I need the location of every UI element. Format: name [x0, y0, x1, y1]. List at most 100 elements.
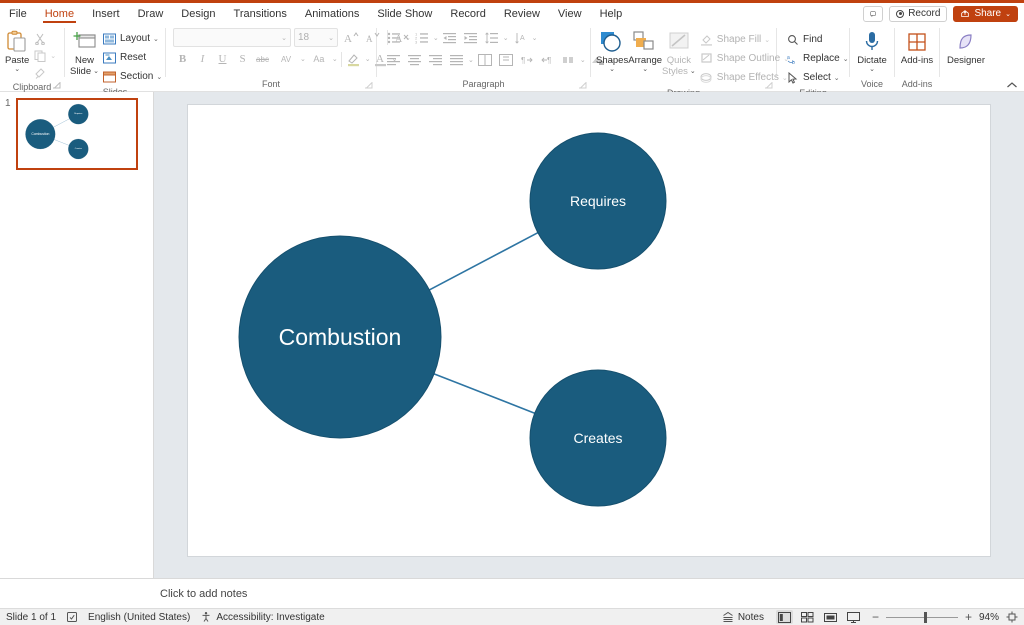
zoom-out-button[interactable]: − [872, 611, 879, 623]
new-slide-button[interactable]: New Slide ⌄ [70, 27, 99, 77]
paragraph-dialog-launcher[interactable] [578, 81, 587, 90]
fit-to-window-button[interactable] [1006, 611, 1018, 623]
slide-thumbnail-pane[interactable]: 1 Combustion Requires Creates [0, 92, 154, 578]
bullets-caret-icon[interactable]: ⌄ [405, 34, 411, 42]
ribbon-tab-record[interactable]: Record [441, 3, 494, 24]
zoom-slider[interactable] [885, 611, 958, 623]
spellcheck-status-button[interactable] [66, 611, 78, 623]
text-direction-caret-icon[interactable]: ⌄ [532, 34, 538, 42]
slide-editing-stage[interactable]: Combustion Requires Creates [154, 92, 1024, 578]
ribbon-tab-animations[interactable]: Animations [296, 3, 368, 24]
ribbon-tab-help[interactable]: Help [591, 3, 632, 24]
justify-button[interactable] [447, 50, 467, 70]
collapse-ribbon-button[interactable] [1006, 81, 1018, 89]
format-painter-button[interactable] [29, 64, 59, 81]
cut-button[interactable] [29, 30, 59, 47]
rtl-button[interactable]: ¶ [538, 50, 558, 70]
dictate-button[interactable]: Dictate ⌄ [855, 27, 889, 73]
comments-button[interactable] [863, 5, 884, 22]
replace-label: Replace [803, 53, 840, 64]
align-center-button[interactable] [405, 50, 425, 70]
section-button[interactable]: Section ⌄ [99, 67, 165, 86]
zoom-level-label[interactable]: 94% [979, 612, 999, 623]
ribbon-tab-view[interactable]: View [549, 3, 591, 24]
accessibility-status-button[interactable]: Accessibility: Investigate [200, 611, 325, 623]
language-status-button[interactable]: English (United States) [88, 612, 190, 623]
connector-combustion-requires[interactable] [53, 118, 70, 128]
find-button[interactable]: Find [782, 30, 852, 49]
zoom-slider-thumb[interactable] [923, 611, 927, 623]
connector-combustion-creates[interactable] [433, 373, 535, 414]
font-size-input[interactable]: 18 ⌄ [294, 28, 338, 47]
text-direction-button[interactable]: A [511, 28, 531, 48]
slide-thumbnail-1[interactable]: Combustion Requires Creates [16, 98, 138, 170]
record-button[interactable]: Record [889, 5, 948, 22]
character-spacing-caret-icon[interactable]: ⌄ [300, 55, 306, 63]
paste-button[interactable]: Paste ⌄ [5, 27, 29, 73]
view-normal-button[interactable] [775, 610, 793, 624]
connector-combustion-requires[interactable] [428, 232, 539, 291]
bullets-button[interactable] [384, 28, 404, 48]
ribbon-tab-slide-show[interactable]: Slide Show [368, 3, 441, 24]
strikethrough-button[interactable]: abc [253, 50, 272, 69]
ltr-button[interactable]: ¶ [517, 50, 537, 70]
text-highlight-color-button[interactable] [345, 50, 364, 69]
increase-indent-button[interactable] [461, 28, 481, 48]
align-right-button[interactable] [426, 50, 446, 70]
view-slide-sorter-button[interactable] [799, 610, 816, 624]
ribbon-tab-review[interactable]: Review [495, 3, 549, 24]
align-text-button[interactable] [496, 50, 516, 70]
increase-font-size-button[interactable]: A [341, 28, 360, 47]
slide-count-status[interactable]: Slide 1 of 1 [6, 612, 56, 623]
line-spacing-button[interactable] [482, 28, 502, 48]
zoom-in-button[interactable]: + [965, 611, 972, 623]
ribbon-tab-draw[interactable]: Draw [129, 3, 173, 24]
numbering-button[interactable]: 1 2 3 [412, 28, 432, 48]
replace-button[interactable]: a b Replace ⌄ [782, 49, 852, 68]
character-spacing-button[interactable]: AV [273, 50, 299, 69]
smartart-columns-caret-icon[interactable]: ⌄ [580, 56, 586, 64]
ribbon-tab-file[interactable]: File [0, 3, 36, 24]
justify-caret-icon[interactable]: ⌄ [468, 56, 474, 64]
smartart-columns-button[interactable] [559, 50, 579, 70]
ribbon-tab-design[interactable]: Design [172, 3, 224, 24]
addins-icon [906, 29, 928, 55]
line-spacing-caret-icon[interactable]: ⌄ [503, 34, 509, 42]
notes-toggle-button[interactable]: Notes [722, 611, 764, 623]
connector-combustion-creates[interactable] [54, 139, 70, 146]
shapes-button[interactable]: Shapes ⌄ [596, 27, 628, 73]
view-slideshow-button[interactable] [845, 610, 862, 624]
ribbon-group-designer: Designer [940, 24, 992, 91]
reset-button[interactable]: Reset [99, 48, 165, 67]
highlight-caret-icon[interactable]: ⌄ [365, 55, 371, 63]
change-case-caret-icon[interactable]: ⌄ [332, 55, 338, 63]
view-reading-button[interactable] [822, 610, 839, 624]
font-dialog-launcher[interactable] [364, 81, 373, 90]
quick-styles-button[interactable]: Quick Styles ⌄ [662, 27, 696, 77]
drawing-dialog-launcher[interactable] [764, 81, 773, 90]
columns-button[interactable] [475, 50, 495, 70]
underline-button[interactable]: U [213, 50, 232, 69]
notes-pane[interactable]: Click to add notes [0, 578, 1024, 608]
select-button[interactable]: Select ⌄ [782, 68, 852, 87]
arrange-button[interactable]: Arrange ⌄ [628, 27, 662, 73]
clipboard-dialog-launcher[interactable] [52, 81, 61, 90]
align-left-button[interactable] [384, 50, 404, 70]
shapes-label: Shapes [596, 55, 629, 66]
italic-button[interactable]: I [193, 50, 212, 69]
copy-button[interactable]: ⌄ [29, 47, 59, 64]
text-shadow-button[interactable]: S [233, 50, 252, 69]
slide-canvas[interactable]: Combustion Requires Creates [188, 105, 990, 556]
share-button[interactable]: Share ⌄ [953, 5, 1018, 22]
layout-button[interactable]: Layout ⌄ [99, 29, 165, 48]
addins-button[interactable]: Add-ins [900, 27, 934, 66]
ribbon-tab-home[interactable]: Home [36, 3, 83, 24]
numbering-caret-icon[interactable]: ⌄ [433, 34, 439, 42]
designer-button[interactable]: Designer [945, 27, 987, 66]
ribbon-tab-transitions[interactable]: Transitions [225, 3, 296, 24]
ribbon-tab-insert[interactable]: Insert [83, 3, 129, 24]
font-name-input[interactable]: ⌄ [173, 28, 291, 47]
change-case-button[interactable]: Aa [307, 50, 331, 69]
bold-button[interactable]: B [173, 50, 192, 69]
decrease-indent-button[interactable] [440, 28, 460, 48]
